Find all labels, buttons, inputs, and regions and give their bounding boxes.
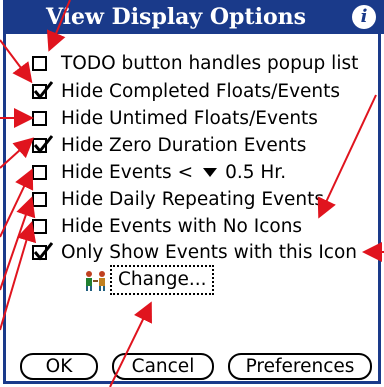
option-label: Hide Untimed Floats/Events <box>61 107 318 129</box>
ok-button[interactable]: OK <box>20 353 98 380</box>
checkbox[interactable] <box>32 134 53 153</box>
checkmark-icon <box>33 134 53 153</box>
info-icon[interactable]: i <box>352 5 376 29</box>
people-icon <box>86 271 105 291</box>
option-hide-untimed[interactable]: Hide Untimed Floats/Events <box>32 104 318 132</box>
title-bar: View Display Options i <box>6 0 384 34</box>
option-label: Hide Zero Duration Events <box>61 134 307 156</box>
option-hide-daily-repeating[interactable]: Hide Daily Repeating Events <box>32 185 324 213</box>
option-hide-zero-duration[interactable]: Hide Zero Duration Events <box>32 131 306 159</box>
checkmark-icon <box>33 80 53 99</box>
option-label: Hide Events < <box>61 161 194 183</box>
dialog-title: View Display Options <box>45 4 306 30</box>
checkbox[interactable] <box>32 55 47 71</box>
option-hide-no-icons[interactable]: Hide Events with No Icons <box>32 212 302 240</box>
checkbox[interactable] <box>32 80 53 99</box>
checkbox[interactable] <box>32 191 47 207</box>
option-label: Only Show Events with this Icon <box>61 241 358 263</box>
option-label: Hide Daily Repeating Events <box>61 188 324 210</box>
duration-select[interactable]: 0.5 Hr. <box>225 162 286 183</box>
checkbox[interactable] <box>32 164 47 180</box>
option-label: Hide Events with No Icons <box>61 215 303 237</box>
preferences-button[interactable]: Preferences <box>228 353 372 380</box>
option-hide-completed[interactable]: Hide Completed Floats/Events <box>32 77 340 105</box>
cancel-button[interactable]: Cancel <box>112 353 214 380</box>
chevron-down-icon[interactable] <box>203 167 218 177</box>
option-hide-short-events[interactable]: Hide Events < 0.5 Hr. <box>32 158 286 186</box>
checkbox[interactable] <box>32 218 47 234</box>
checkmark-icon <box>33 241 53 260</box>
option-label: TODO button handles popup list <box>61 52 359 74</box>
option-todo-popup[interactable]: TODO button handles popup list <box>32 49 358 77</box>
change-icon-button[interactable]: Change... <box>110 265 215 295</box>
option-label: Hide Completed Floats/Events <box>61 80 341 102</box>
checkbox[interactable] <box>32 241 53 260</box>
option-only-this-icon[interactable]: Only Show Events with this Icon <box>32 238 357 266</box>
checkbox[interactable] <box>32 110 47 126</box>
